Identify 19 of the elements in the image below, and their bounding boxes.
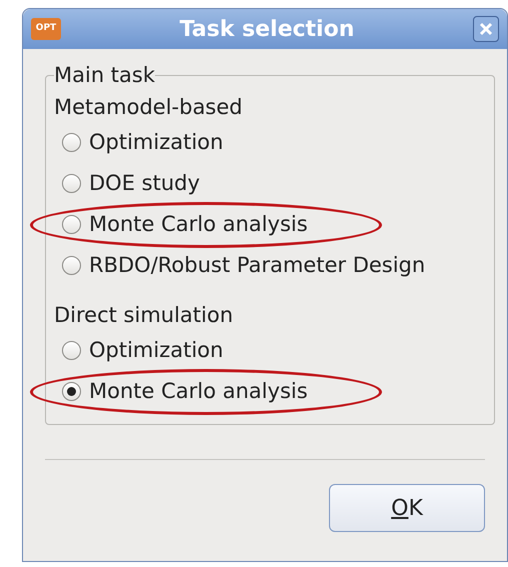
option-label: Monte Carlo analysis (89, 210, 308, 238)
app-logo-icon: OPT (31, 18, 61, 40)
ok-button[interactable]: OK (329, 484, 485, 532)
option-label: RBDO/Robust Parameter Design (89, 252, 426, 279)
section-heading: Direct simulation (54, 302, 234, 329)
radio-button[interactable] (62, 341, 81, 360)
option-label: Optimization (89, 128, 224, 156)
radio-button[interactable] (62, 382, 81, 401)
option-label: Optimization (89, 336, 224, 364)
option-label: Monte Carlo analysis (89, 378, 308, 405)
close-button[interactable] (473, 16, 499, 42)
window-title: Task selection (178, 16, 356, 44)
section-heading: Metamodel-based (54, 94, 244, 121)
radio-button[interactable] (62, 133, 81, 152)
radio-button[interactable] (62, 215, 81, 234)
option-label: DOE study (89, 170, 200, 197)
close-icon (479, 22, 493, 36)
radio-button[interactable] (62, 174, 81, 193)
radio-button[interactable] (62, 256, 81, 275)
